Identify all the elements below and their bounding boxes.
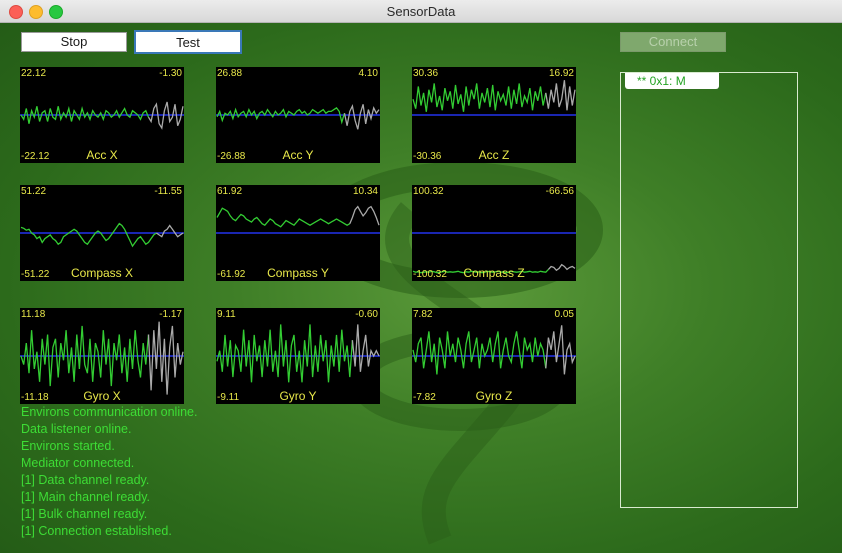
log-line: [1] Connection established.: [21, 524, 172, 538]
log-line: Data listener online.: [21, 422, 132, 436]
plot-max-label: 51.22: [21, 186, 47, 197]
plot-gyro-x: 11.18 -1.17 -11.18 Gyro X: [20, 308, 184, 404]
plot-acc-z: 30.36 16.92 -30.36 Acc Z: [412, 67, 576, 163]
plot-gyro-y: 9.11 -0.60 -9.11 Gyro Y: [216, 308, 380, 404]
plot-title: Acc Y: [282, 148, 314, 162]
app-window: SensorData Stop Test Connect 22.12 -1.30…: [0, 0, 842, 553]
plot-max-label: 22.12: [21, 68, 47, 79]
plot-acc-x: 22.12 -1.30 -22.12 Acc X: [20, 67, 184, 163]
log-line: Environs communication online.: [21, 405, 198, 419]
plot-max-label: 7.82: [413, 309, 433, 320]
sensor-trace-recent: [147, 321, 184, 395]
sensor-trace-recent: [545, 80, 576, 111]
sensor-trace: [412, 83, 547, 112]
sensor-trace-recent: [351, 324, 380, 372]
plot-compass-z: 100.32 -66.56 -100.32 Compass Z: [412, 185, 576, 281]
plot-last-value: -11.55: [154, 186, 182, 197]
plot-compass-y: 61.92 10.34 -61.92 Compass Y: [216, 185, 380, 281]
plot-compass-x: 51.22 -11.55 -51.22 Compass X: [20, 185, 184, 281]
plot-last-value: -1.17: [159, 309, 182, 320]
sensor-trace: [20, 222, 157, 248]
plot-last-value: 0.05: [554, 309, 574, 320]
plot-max-label: 11.18: [21, 309, 46, 320]
connect-button[interactable]: Connect: [620, 32, 726, 52]
sensor-trace: [216, 324, 354, 383]
sensor-trace: [412, 331, 547, 375]
plot-last-value: -66.56: [545, 186, 574, 197]
plot-acc-y: 26.88 4.10 -26.88 Acc Y: [216, 67, 380, 163]
status-log: Environs communication online. Data list…: [21, 404, 321, 540]
plot-last-value: 4.10: [358, 68, 378, 79]
device-list[interactable]: ** 0x1: M: [620, 72, 798, 508]
log-line: [1] Data channel ready.: [21, 473, 150, 487]
plot-max-label: 30.36: [413, 68, 439, 79]
plot-last-value: 10.34: [352, 186, 378, 197]
plot-last-value: -1.30: [159, 68, 182, 79]
sensor-trace: [216, 207, 351, 228]
plot-title: Gyro Z: [475, 389, 513, 403]
plot-title: Acc Z: [478, 148, 510, 162]
stop-button[interactable]: Stop: [21, 32, 127, 52]
plot-max-label: 26.88: [217, 68, 243, 79]
window-title: SensorData: [386, 4, 456, 19]
plot-title: Compass Z: [463, 266, 525, 280]
sensor-trace-recent: [156, 224, 184, 238]
plot-max-label: 9.11: [217, 309, 236, 320]
plot-title: Compass Y: [267, 266, 329, 280]
test-button[interactable]: Test: [134, 30, 242, 54]
log-line: Mediator connected.: [21, 456, 135, 470]
plot-max-label: 100.32: [413, 186, 444, 197]
plot-title: Acc X: [86, 148, 118, 162]
sensor-trace-recent: [343, 104, 380, 130]
sensor-trace-recent: [349, 205, 380, 226]
plot-title: Gyro X: [83, 389, 121, 403]
device-list-item[interactable]: ** 0x1: M: [625, 73, 719, 89]
plot-title: Compass X: [70, 266, 134, 280]
log-line: Environs started.: [21, 439, 115, 453]
log-line: [1] Bulk channel ready.: [21, 507, 148, 521]
sensor-trace-recent: [545, 325, 576, 375]
plot-last-value: -0.60: [355, 309, 378, 320]
plot-gyro-z: 7.82 0.05 -7.82 Gyro Z: [412, 308, 576, 404]
title-bar: SensorData: [0, 0, 842, 23]
plot-title: Gyro Y: [279, 389, 317, 403]
plot-max-label: 61.92: [217, 186, 243, 197]
plot-last-value: 16.92: [548, 68, 574, 79]
log-line: [1] Main channel ready.: [21, 490, 151, 504]
